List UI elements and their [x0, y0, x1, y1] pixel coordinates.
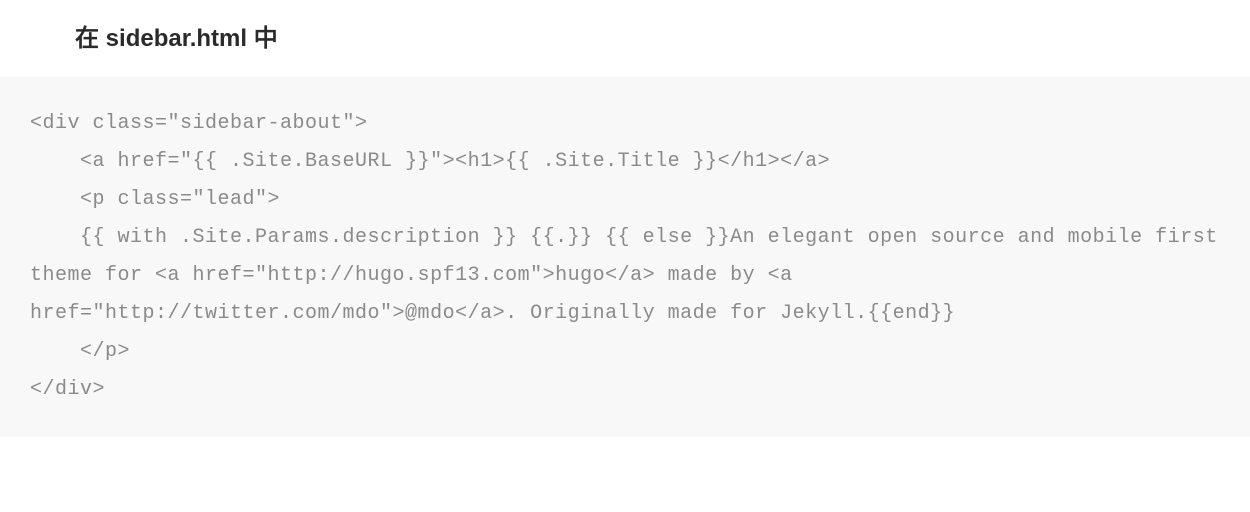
code-block: <div class="sidebar-about"> <a href="{{ …	[0, 77, 1250, 437]
heading-suffix: 中	[247, 25, 278, 52]
heading-filename: sidebar.html	[106, 25, 247, 52]
section-heading: 在 sidebar.html 中	[0, 0, 1250, 77]
heading-prefix: 在	[75, 25, 106, 52]
